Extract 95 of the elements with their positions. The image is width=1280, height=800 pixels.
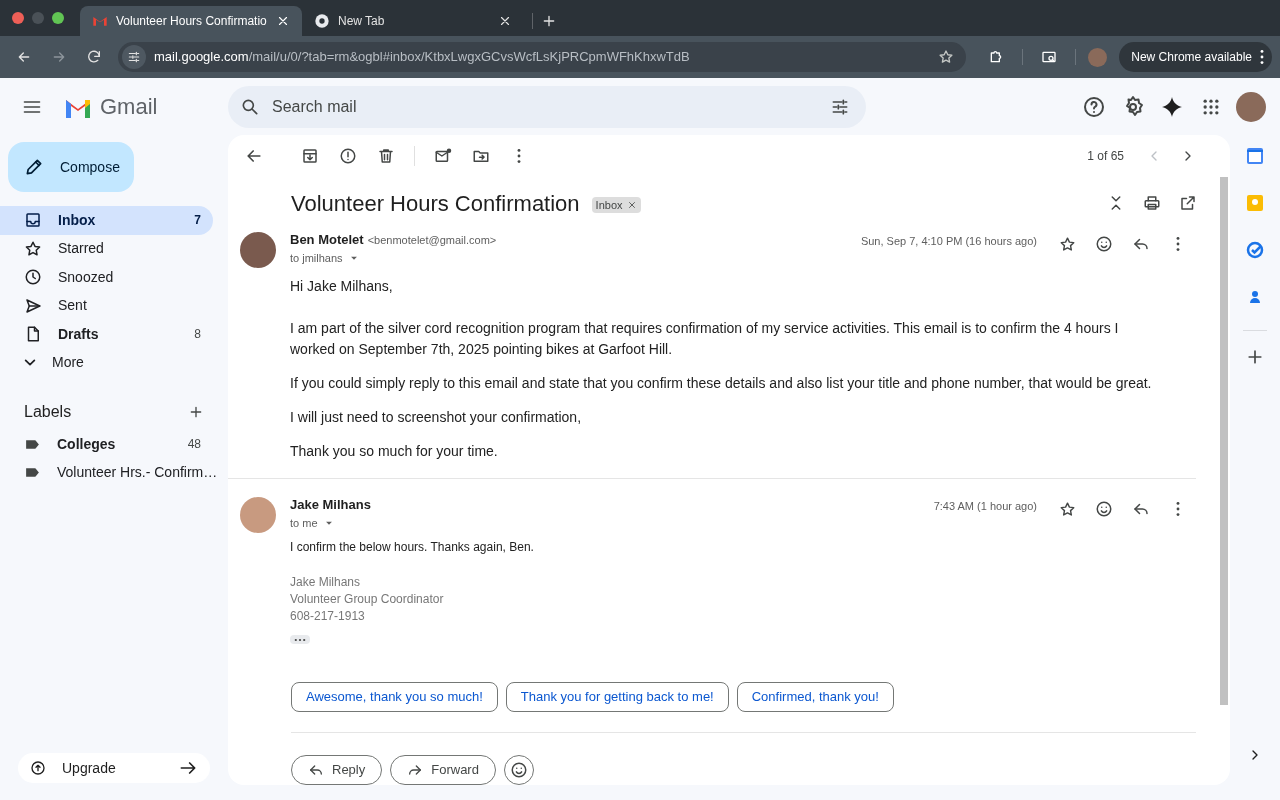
subject-heading: Volunteer Hours Confirmation (291, 189, 580, 218)
report-spam-icon (339, 146, 357, 165)
scrollbar-thumb[interactable] (1220, 177, 1228, 705)
pencil-icon (24, 157, 44, 177)
more-icon (1176, 501, 1180, 517)
sidebar-label: Inbox (58, 210, 97, 230)
signature-line: Jake Milhans (290, 574, 362, 591)
browser-logo-icon (314, 13, 330, 29)
sidebar-label: Sent (58, 296, 88, 316)
delete-icon (377, 146, 395, 165)
forward-icon (407, 762, 424, 778)
search-bar[interactable]: Search mail (228, 85, 866, 128)
sidebar-item[interactable]: Starred (0, 234, 213, 263)
sender-avatar (240, 497, 276, 533)
sender-email: <benmotelet@gmail.com> (367, 233, 497, 249)
task-check-icon[interactable] (1246, 241, 1264, 259)
star-icon (1058, 500, 1076, 518)
show-trimmed-button[interactable] (290, 635, 310, 644)
site-settings-icon (127, 50, 141, 64)
sidebar-label: Snoozed (58, 267, 115, 287)
lens-icon (1041, 49, 1058, 65)
close-icon (276, 14, 290, 28)
inbox-tag[interactable]: Inbox (591, 196, 641, 214)
greeting-text: Hi Jake Milhans, (290, 277, 394, 297)
chevron-down-icon (24, 359, 36, 367)
emoji-reaction-icon (509, 761, 528, 779)
ellipsis-icon (293, 636, 307, 643)
mark-unread-icon (434, 146, 452, 165)
new-tab-icon (541, 13, 557, 29)
add-label-icon (188, 404, 204, 420)
sidebar-item[interactable]: Sent (0, 291, 213, 320)
bookmark-star-icon (938, 49, 955, 65)
sidebar-item[interactable]: Snoozed (0, 263, 213, 292)
signature-line: Volunteer Group Coordinator (290, 591, 445, 608)
smart-reply-chip[interactable]: Confirmed, thank you! (736, 682, 894, 712)
more-icon (517, 147, 521, 164)
calendar-icon[interactable] (1246, 147, 1264, 165)
sender-avatar (240, 232, 276, 269)
label-count: 48 (187, 436, 201, 454)
open-new-window-icon (1179, 194, 1197, 213)
update-button[interactable]: New Chrome available (1119, 42, 1272, 72)
reply-icon (308, 762, 324, 778)
clock-icon (24, 268, 42, 287)
upgrade-button[interactable]: Upgrade (18, 753, 210, 783)
help-icon (1082, 94, 1106, 119)
recipient-dropdown[interactable]: to jmilhans (290, 249, 361, 267)
sidebar-item[interactable]: Inbox 7 (0, 206, 213, 235)
emoji-icon (1095, 500, 1113, 518)
message-paragraph: Thank you so much for your time. (290, 442, 499, 462)
message-time: 7:43 AM (1 hour ago) (933, 499, 1037, 514)
label-name: Colleges (57, 434, 117, 454)
label-item[interactable]: Colleges 48 (0, 430, 213, 459)
labels-heading: Labels (24, 402, 73, 422)
url-text: mail.google.com/mail/u/0/?tab=rm&ogbl#inbox/KtbxLwgxGCvsWcfLsKjPRCpmWFhKhxwTdB (154, 48, 691, 67)
browser-tab[interactable]: New Tab (302, 6, 524, 36)
sender-name: Ben Motelet (290, 231, 364, 250)
compose-button[interactable]: Compose (8, 142, 134, 192)
send-icon (24, 296, 42, 315)
sidebar-item[interactable]: More (0, 348, 213, 377)
recipient-dropdown[interactable]: to me (290, 514, 336, 531)
more-icon (1260, 49, 1264, 65)
inbox-icon (24, 211, 42, 230)
sender-name: Jake Milhans (290, 496, 371, 514)
sidebar-label: Starred (58, 239, 105, 259)
search-field[interactable]: Search mail (272, 94, 810, 119)
archive-icon (301, 146, 319, 165)
message-paragraph: I am part of the silver cord recognition program that requires confirmation of my service activities. This email is to confirm the 4 hours I worked on September 7th, 2025 pointing bikes at Garfoot Hill. (290, 319, 1120, 360)
star-icon (1058, 235, 1076, 253)
star-icon (24, 239, 42, 258)
unread-count: 8 (194, 326, 201, 344)
arrow-up-circle-icon (30, 760, 46, 776)
sidebar-label: Drafts (58, 324, 100, 344)
print-icon (1143, 194, 1161, 213)
smart-reply-chip[interactable]: Awesome, thank you so much! (291, 682, 498, 712)
message-time: Sun, Sep 7, 4:10 PM (16 hours ago) (860, 234, 1037, 250)
sidebar-item[interactable]: Drafts 8 (0, 320, 213, 349)
close-icon (498, 14, 512, 28)
forward-icon (51, 49, 67, 65)
unread-count: 7 (194, 212, 201, 230)
address-bar[interactable]: mail.google.com/mail/u/0/?tab=rm&ogbl#inbox/KtbxLwgxGCvsWcfLsKjPRCpmWFhKhxwTdB (118, 42, 967, 72)
message-paragraph: If you could simply reply to this email and state that you confirm these details and also list your title and phone number, that would be great. (290, 374, 1153, 394)
browser-tab[interactable]: Volunteer Hours Confirmatio (80, 6, 302, 36)
emoji-icon (1095, 235, 1113, 254)
sidebar-label: More (52, 353, 85, 373)
message-paragraph: I confirm the below hours. Thanks again, Ben. (290, 539, 535, 556)
label-name: Volunteer Hrs.- Confirm… (57, 463, 218, 483)
account-avatar[interactable] (1236, 91, 1266, 122)
message-paragraph: I will just need to screenshot your confirmation, (290, 408, 583, 428)
signature-line: 608-217-1913 (290, 608, 366, 625)
close-icon (626, 200, 637, 211)
pager-text: 1 of 65 (1087, 147, 1124, 165)
reload-icon (86, 49, 103, 65)
app-name: Gmail (100, 93, 158, 121)
smart-reply-chip[interactable]: Thank you for getting back to me! (505, 682, 729, 712)
more-icon (1176, 236, 1180, 253)
